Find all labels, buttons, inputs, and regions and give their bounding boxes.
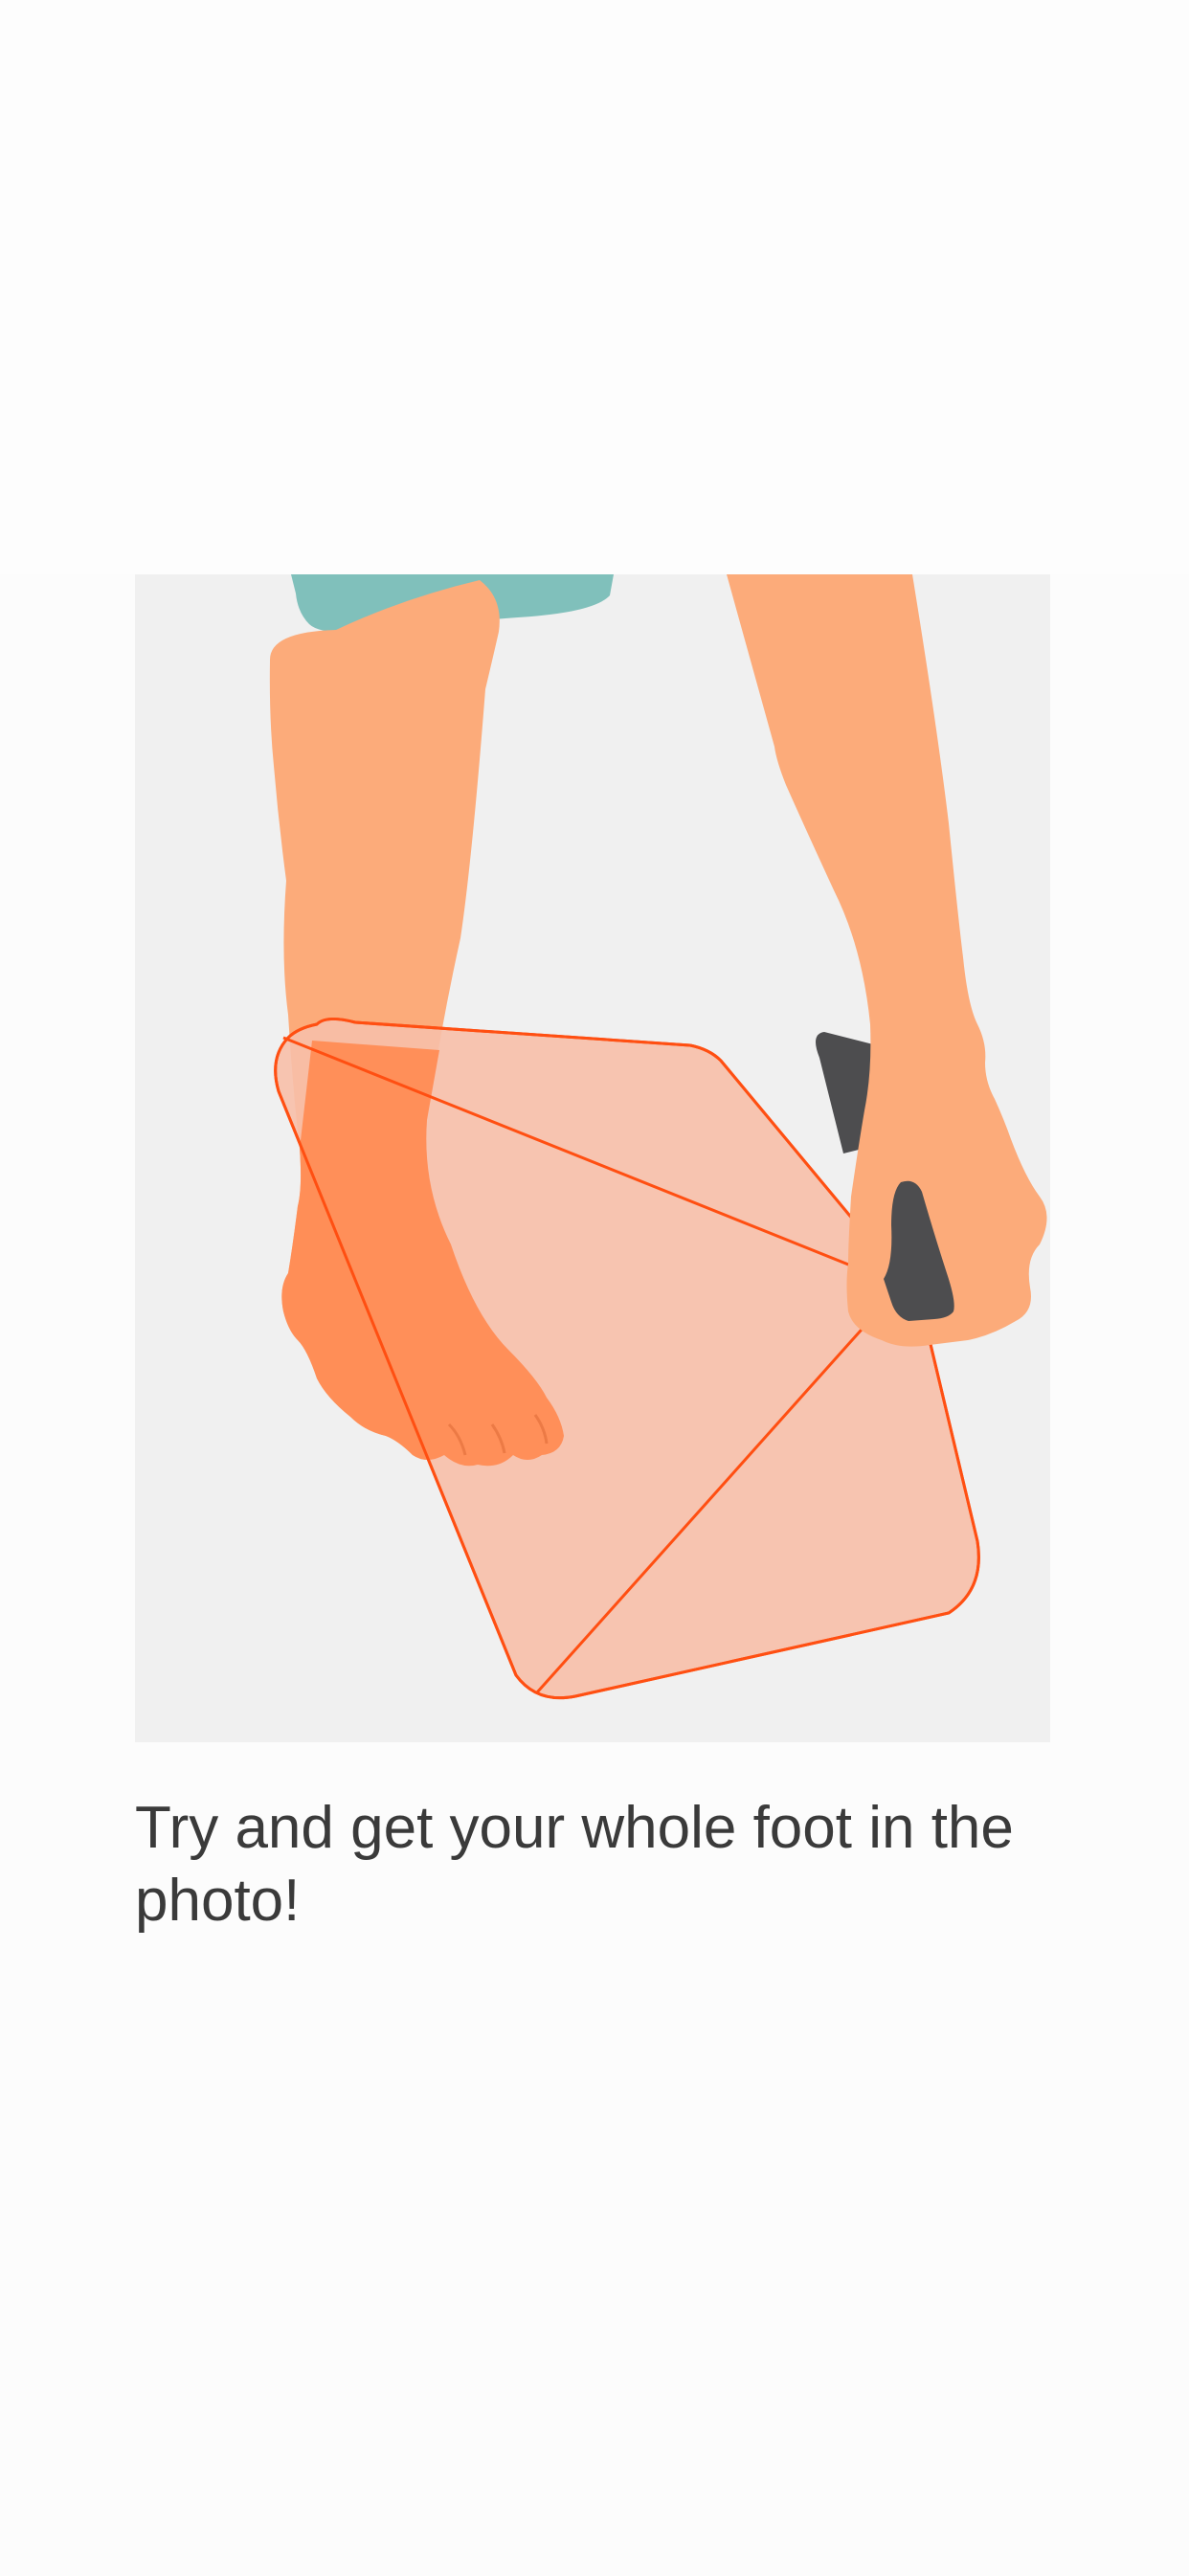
- foot-photo-illustration: [135, 574, 1050, 1742]
- instruction-text: Try and get your whole foot in the photo…: [135, 1795, 1014, 1934]
- top-blank-area: [0, 0, 1189, 574]
